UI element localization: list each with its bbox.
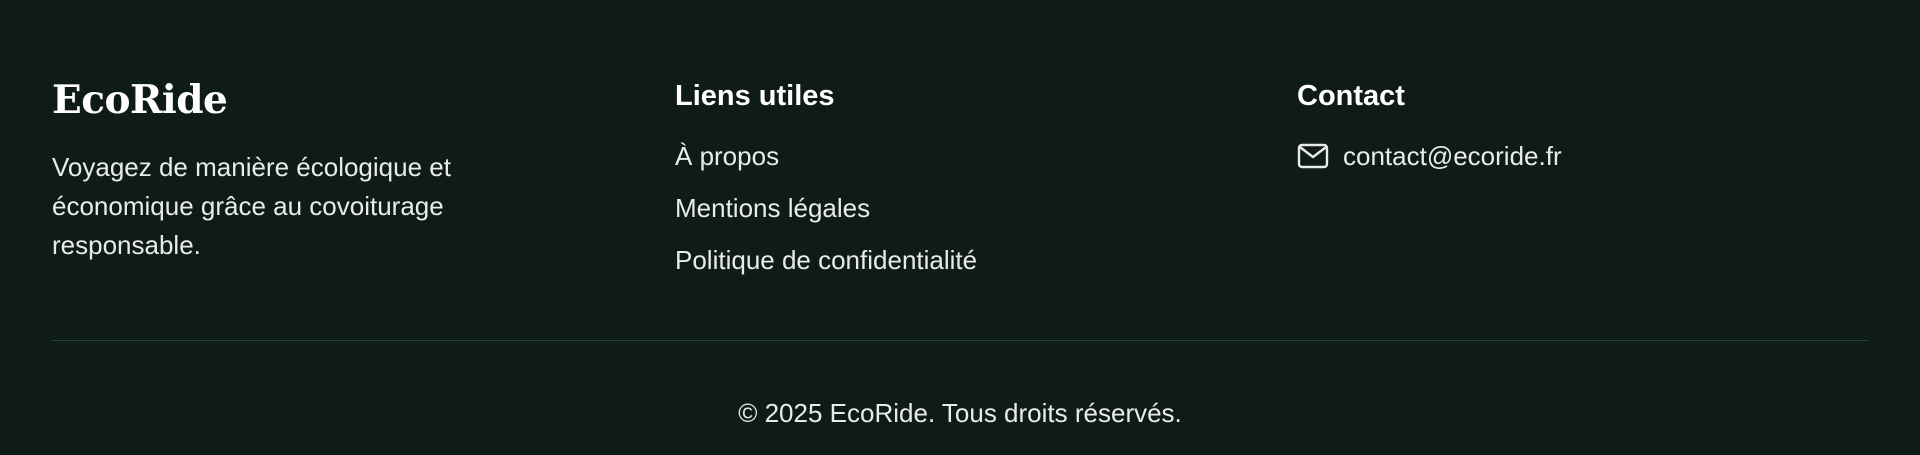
footer-columns: EcoRide Voyagez de manière écologique et… [52,75,1868,290]
contact-email-link[interactable]: contact@ecoride.fr [1343,138,1562,174]
footer-links-column: Liens utiles À propos Mentions légales P… [675,75,1195,294]
list-item: À propos [675,138,1195,190]
mail-icon [1297,143,1329,169]
legal-notices-link[interactable]: Mentions légales [675,193,870,223]
footer-contact-column: Contact contact@ecoride.fr [1297,75,1857,174]
footer-divider [52,340,1868,341]
contact-heading: Contact [1297,80,1405,112]
contact-email-row: contact@ecoride.fr [1297,138,1857,174]
footer-brand-column: EcoRide Voyagez de manière écologique et… [52,75,572,265]
copyright-text: © 2025 EcoRide. Tous droits réservés. [738,398,1182,428]
links-list: À propos Mentions légales Politique de c… [675,138,1195,294]
list-item: Mentions légales [675,190,1195,242]
site-footer: EcoRide Voyagez de manière écologique et… [0,0,1920,455]
about-link[interactable]: À propos [675,141,779,171]
privacy-policy-link[interactable]: Politique de confidentialité [675,245,977,275]
brand-logo-text: EcoRide [52,77,228,123]
list-item: Politique de confidentialité [675,242,1195,294]
brand-description: Voyagez de manière écologique et économi… [52,152,451,260]
links-heading: Liens utiles [675,80,835,112]
